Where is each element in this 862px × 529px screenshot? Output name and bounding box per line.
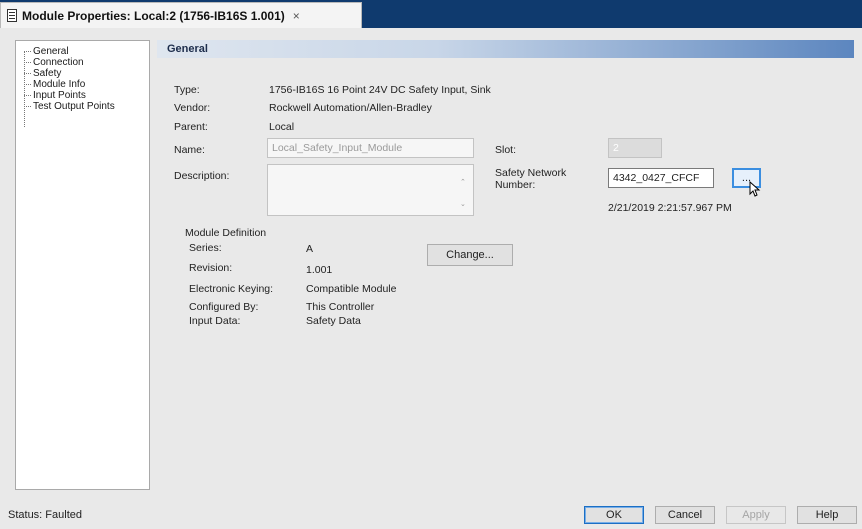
scroll-down-icon[interactable]: ⌄ — [460, 200, 466, 208]
tree-item-general[interactable]: General — [22, 46, 149, 57]
parent-value: Local — [269, 121, 295, 133]
safety-network-number-label-2: Number: — [495, 179, 536, 191]
close-icon[interactable]: × — [293, 9, 300, 23]
help-button[interactable]: Help — [797, 506, 857, 524]
safety-network-number-field[interactable]: 4342_0427_CFCF — [608, 168, 714, 188]
description-textarea[interactable] — [267, 164, 474, 216]
scroll-up-icon[interactable]: ⌃ — [460, 178, 466, 186]
module-definition-title: Module Definition — [185, 227, 267, 239]
tab-title: Module Properties: Local:2 (1756-IB16S 1… — [22, 8, 285, 23]
change-button[interactable]: Change... — [427, 244, 513, 266]
status-text: Status: Faulted — [8, 509, 82, 521]
configured-by-value: This Controller — [306, 301, 375, 313]
tree-item-test-output-points[interactable]: Test Output Points — [22, 101, 149, 112]
slot-label: Slot: — [495, 144, 517, 156]
description-label: Description: — [174, 170, 230, 182]
title-bar: Module Properties: Local:2 (1756-IB16S 1… — [0, 0, 862, 28]
electronic-keying-value: Compatible Module — [306, 283, 397, 295]
name-label: Name: — [174, 144, 205, 156]
vendor-value: Rockwell Automation/Allen-Bradley — [269, 102, 432, 114]
document-icon — [7, 9, 17, 22]
document-tab[interactable]: Module Properties: Local:2 (1756-IB16S 1… — [0, 2, 362, 28]
vendor-label: Vendor: — [174, 102, 211, 114]
electronic-keying-label: Electronic Keying: — [189, 283, 274, 295]
series-label: Series: — [189, 242, 222, 254]
type-value: 1756-IB16S 16 Point 24V DC Safety Input,… — [269, 84, 491, 96]
tree-item-label: Safety — [33, 68, 62, 79]
cancel-button[interactable]: Cancel — [655, 506, 715, 524]
tree-item-label: Module Info — [33, 79, 86, 90]
configured-by-label: Configured By: — [189, 301, 259, 313]
slot-field[interactable]: 2 — [608, 138, 662, 158]
panel-title: General — [167, 43, 208, 55]
tree-item-label: Connection — [33, 57, 84, 68]
revision-value: 1.001 — [306, 264, 333, 276]
name-field[interactable]: Local_Safety_Input_Module — [267, 138, 474, 158]
panel-header: General — [157, 40, 854, 58]
tree-item-connection[interactable]: Connection — [22, 57, 149, 68]
input-data-label: Input Data: — [189, 315, 241, 327]
mouse-pointer-icon — [749, 181, 761, 197]
tree-item-label: General — [33, 46, 69, 57]
tree-item-input-points[interactable]: Input Points — [22, 90, 149, 101]
input-data-value: Safety Data — [306, 315, 361, 327]
general-panel: General Type: 1756-IB16S 16 Point 24V DC… — [157, 40, 854, 490]
revision-label: Revision: — [189, 262, 233, 274]
safety-network-number-label: Safety Network — [495, 167, 567, 179]
tree-item-label: Input Points — [33, 90, 86, 101]
parent-label: Parent: — [174, 121, 208, 133]
ok-button[interactable]: OK — [584, 506, 644, 524]
type-label: Type: — [174, 84, 200, 96]
category-tree: General Connection Safety Module Info In… — [15, 40, 150, 490]
safety-network-number-timestamp: 2/21/2019 2:21:57.967 PM — [608, 202, 732, 214]
tree-item-safety[interactable]: Safety — [22, 68, 149, 79]
tree-item-label: Test Output Points — [33, 101, 115, 112]
apply-button[interactable]: Apply — [726, 506, 786, 524]
tree-item-module-info[interactable]: Module Info — [22, 79, 149, 90]
series-value: A — [306, 243, 314, 255]
